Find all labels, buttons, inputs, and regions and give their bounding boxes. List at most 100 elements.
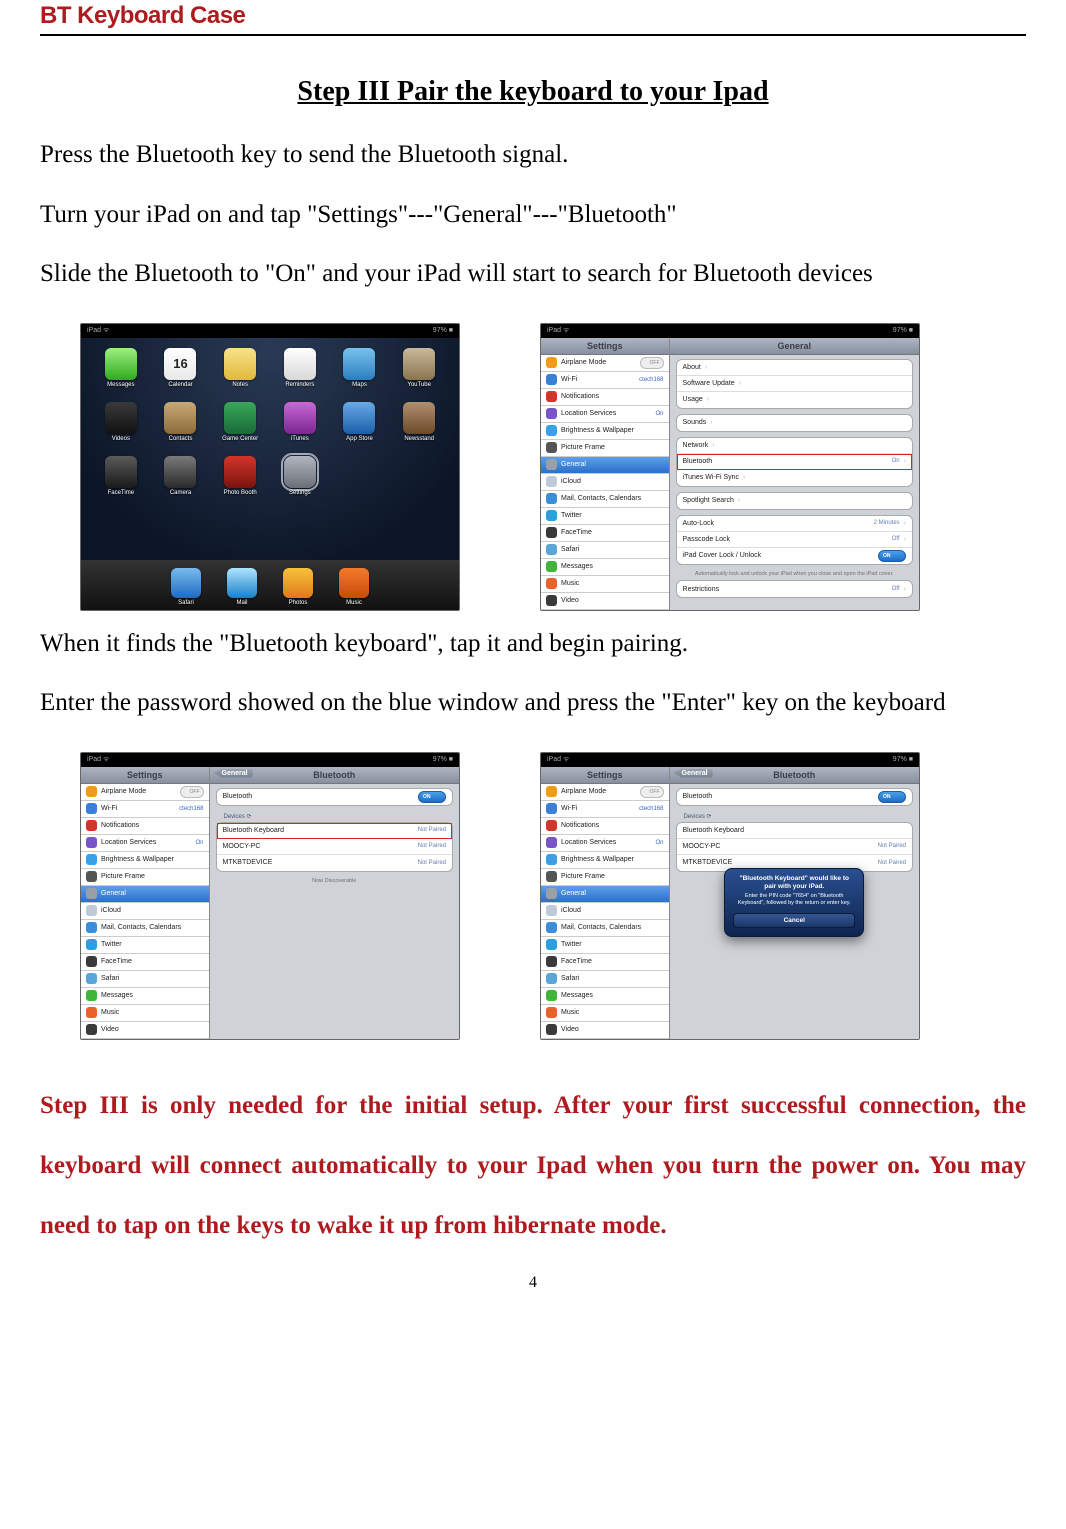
toggle-off[interactable]: OFF — [640, 786, 664, 798]
sidebar-item-icloud[interactable]: iCloud — [541, 474, 669, 491]
sidebar-item-video[interactable]: Video — [81, 1022, 209, 1039]
sidebar-item-notifications[interactable]: Notifications — [541, 818, 669, 835]
sidebar-item-label: Music — [561, 580, 579, 587]
status-left: iPad ᯤ — [87, 326, 109, 335]
sidebar-item-brightness-wallpaper[interactable]: Brightness & Wallpaper — [541, 852, 669, 869]
toggle-off[interactable]: OFF — [180, 786, 204, 798]
sidebar-item-general[interactable]: General — [541, 886, 669, 903]
sidebar-item-messages[interactable]: Messages — [541, 988, 669, 1005]
app-icon-app-store[interactable]: App Store — [338, 402, 382, 446]
cancel-button[interactable]: Cancel — [733, 913, 855, 928]
sidebar-item-icloud[interactable]: iCloud — [541, 903, 669, 920]
dock-icon-photos[interactable]: Photos — [283, 568, 313, 606]
app-icon-reminders[interactable]: Reminders — [278, 348, 322, 392]
app-icon-calendar[interactable]: 16Calendar — [159, 348, 203, 392]
sidebar-item-icon — [546, 803, 557, 814]
toggle-on[interactable]: ON — [418, 791, 446, 803]
sidebar-item-brightness-wallpaper[interactable]: Brightness & Wallpaper — [541, 423, 669, 440]
device-mtkbtdevice[interactable]: MTKBTDEVICENot Paired — [217, 855, 452, 871]
chevron-right-icon: › — [710, 419, 712, 426]
app-icon-game-center[interactable]: Game Center — [218, 402, 262, 446]
sidebar-item-picture-frame[interactable]: Picture Frame — [541, 869, 669, 886]
sidebar-item-video[interactable]: Video — [541, 593, 669, 610]
sidebar-item-twitter[interactable]: Twitter — [81, 937, 209, 954]
sidebar-item-music[interactable]: Music — [541, 576, 669, 593]
device-moocy-pc[interactable]: MOOCY-PCNot Paired — [217, 839, 452, 855]
sidebar-item-general[interactable]: General — [541, 457, 669, 474]
cell-auto-lock[interactable]: Auto-Lock2 Minutes› — [677, 516, 912, 532]
sidebar-item-notifications[interactable]: Notifications — [541, 389, 669, 406]
dock-icon-mail[interactable]: Mail — [227, 568, 257, 606]
sidebar-item-picture-frame[interactable]: Picture Frame — [541, 440, 669, 457]
sidebar-item-label: Notifications — [101, 822, 139, 829]
app-icon-messages[interactable]: Messages — [99, 348, 143, 392]
sidebar-item-messages[interactable]: Messages — [81, 988, 209, 1005]
device-bluetooth-keyboard[interactable]: Bluetooth KeyboardNot Paired — [217, 823, 452, 839]
sidebar-item-mail-contacts-calendars[interactable]: Mail, Contacts, Calendars — [541, 920, 669, 937]
sidebar-item-general[interactable]: General — [81, 886, 209, 903]
app-icon-notes[interactable]: Notes — [218, 348, 262, 392]
toggle-off[interactable]: OFF — [640, 357, 664, 369]
chevron-right-icon: › — [904, 536, 906, 543]
sidebar-item-music[interactable]: Music — [541, 1005, 669, 1022]
sidebar-item-airplane-mode[interactable]: Airplane ModeOFF — [541, 784, 669, 801]
cell-spotlight-search[interactable]: Spotlight Search› — [677, 493, 912, 509]
settings-sidebar: Settings Airplane ModeOFFWi-Fictech168No… — [81, 767, 210, 1039]
cell-ipad-cover-lock-unlock[interactable]: iPad Cover Lock / UnlockON — [677, 548, 912, 564]
cell-restrictions[interactable]: RestrictionsOff› — [677, 581, 912, 597]
bluetooth-toggle-row[interactable]: BluetoothON — [217, 789, 452, 805]
sidebar-item-wi-fi[interactable]: Wi-Fictech168 — [541, 372, 669, 389]
sidebar-item-notifications[interactable]: Notifications — [81, 818, 209, 835]
sidebar-item-safari[interactable]: Safari — [81, 971, 209, 988]
cell-passcode-lock[interactable]: Passcode LockOff› — [677, 532, 912, 548]
cell-software-update[interactable]: Software Update› — [677, 376, 912, 392]
app-icon-photo-booth[interactable]: Photo Booth — [218, 456, 262, 500]
app-icon-maps[interactable]: Maps — [338, 348, 382, 392]
sidebar-item-safari[interactable]: Safari — [541, 542, 669, 559]
sidebar-item-icon — [546, 510, 557, 521]
sidebar-item-facetime[interactable]: FaceTime — [541, 954, 669, 971]
sidebar-item-label: Video — [561, 1026, 579, 1033]
app-icon-camera[interactable]: Camera — [159, 456, 203, 500]
cell-about[interactable]: About› — [677, 360, 912, 376]
app-icon-settings[interactable]: Settings — [278, 456, 322, 500]
back-button[interactable]: General — [214, 769, 253, 778]
sidebar-item-location-services[interactable]: Location ServicesOn — [541, 835, 669, 852]
sidebar-item-safari[interactable]: Safari — [541, 971, 669, 988]
sidebar-item-facetime[interactable]: FaceTime — [541, 525, 669, 542]
cell-itunes-wi-fi-sync[interactable]: iTunes Wi-Fi Sync› — [677, 470, 912, 486]
sidebar-item-wi-fi[interactable]: Wi-Fictech168 — [81, 801, 209, 818]
app-icon-newsstand[interactable]: Newsstand — [397, 402, 441, 446]
app-icon-itunes[interactable]: iTunes — [278, 402, 322, 446]
sidebar-item-messages[interactable]: Messages — [541, 559, 669, 576]
toggle-on[interactable]: ON — [878, 550, 906, 562]
status-bar: iPad ᯤ 97% ■ — [81, 324, 459, 338]
sidebar-item-location-services[interactable]: Location ServicesOn — [541, 406, 669, 423]
app-icon-facetime[interactable]: FaceTime — [99, 456, 143, 500]
cell-bluetooth[interactable]: BluetoothOn› — [677, 454, 912, 470]
sidebar-item-facetime[interactable]: FaceTime — [81, 954, 209, 971]
sidebar-item-twitter[interactable]: Twitter — [541, 937, 669, 954]
sidebar-item-label: Music — [561, 1009, 579, 1016]
cell-network[interactable]: Network› — [677, 438, 912, 454]
cell-usage[interactable]: Usage› — [677, 392, 912, 408]
app-icon-videos[interactable]: Videos — [99, 402, 143, 446]
cell-sounds[interactable]: Sounds› — [677, 415, 912, 431]
sidebar-item-mail-contacts-calendars[interactable]: Mail, Contacts, Calendars — [541, 491, 669, 508]
dock-icon-music[interactable]: Music — [339, 568, 369, 606]
app-icon-contacts[interactable]: Contacts — [159, 402, 203, 446]
app-icon-youtube[interactable]: YouTube — [397, 348, 441, 392]
sidebar-item-music[interactable]: Music — [81, 1005, 209, 1022]
sidebar-item-icloud[interactable]: iCloud — [81, 903, 209, 920]
dock-icon-safari[interactable]: Safari — [171, 568, 201, 606]
sidebar-item-mail-contacts-calendars[interactable]: Mail, Contacts, Calendars — [81, 920, 209, 937]
sidebar-item-label: General — [561, 890, 586, 897]
sidebar-item-picture-frame[interactable]: Picture Frame — [81, 869, 209, 886]
sidebar-item-video[interactable]: Video — [541, 1022, 669, 1039]
sidebar-item-twitter[interactable]: Twitter — [541, 508, 669, 525]
sidebar-item-wi-fi[interactable]: Wi-Fictech168 — [541, 801, 669, 818]
sidebar-item-location-services[interactable]: Location ServicesOn — [81, 835, 209, 852]
sidebar-item-airplane-mode[interactable]: Airplane ModeOFF — [541, 355, 669, 372]
sidebar-item-brightness-wallpaper[interactable]: Brightness & Wallpaper — [81, 852, 209, 869]
sidebar-item-airplane-mode[interactable]: Airplane ModeOFF — [81, 784, 209, 801]
